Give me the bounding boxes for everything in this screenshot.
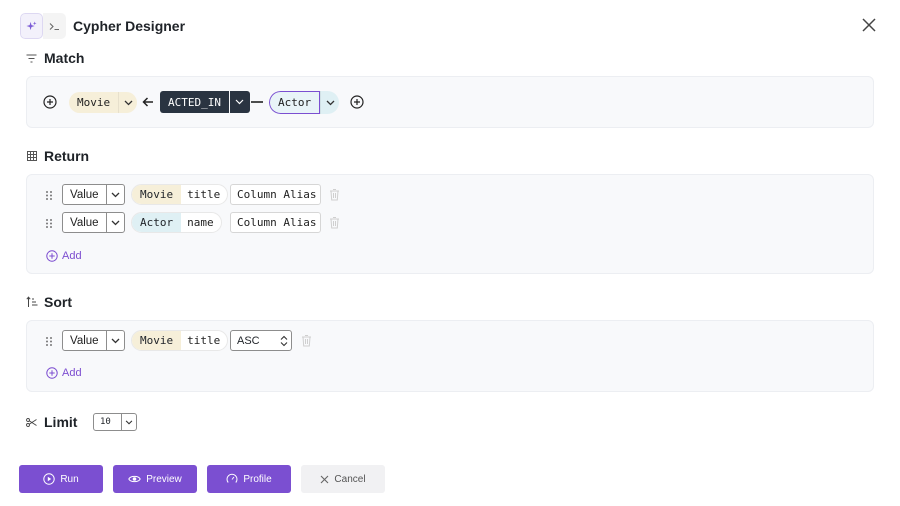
run-button[interactable]: Run — [19, 465, 103, 493]
page-title: Cypher Designer — [73, 18, 186, 34]
chevron-down-icon — [106, 185, 124, 204]
trash-icon[interactable] — [329, 216, 340, 229]
add-after-icon[interactable] — [350, 95, 364, 109]
add-label: Add — [62, 367, 82, 379]
return-property-pill[interactable]: Actor name — [131, 212, 222, 233]
drag-handle-icon[interactable] — [45, 218, 53, 229]
property-label: title — [187, 188, 221, 201]
cancel-button[interactable]: Cancel — [301, 465, 385, 493]
gauge-icon — [226, 473, 238, 483]
property-label: title — [187, 334, 221, 347]
filter-icon — [25, 52, 38, 65]
sort-order-select[interactable]: ASC — [230, 330, 292, 351]
sort-panel: Value Movie title ASC Add — [26, 320, 874, 392]
sort-type-select[interactable]: Value — [62, 330, 125, 351]
add-sort-button[interactable]: Add — [46, 367, 82, 379]
chevron-down-icon[interactable] — [229, 91, 250, 113]
visual-mode-button[interactable] — [20, 13, 43, 39]
close-icon[interactable] — [860, 16, 878, 34]
chevron-down-icon — [121, 414, 136, 430]
chevron-down-icon — [106, 331, 124, 350]
preview-button[interactable]: Preview — [113, 465, 197, 493]
return-property-pill[interactable]: Movie title — [131, 184, 229, 205]
return-title: Return — [44, 148, 90, 164]
arrow-left-icon[interactable] — [142, 96, 154, 108]
relationship-pill[interactable]: ACTED_IN — [160, 91, 250, 113]
drag-handle-icon[interactable] — [45, 336, 53, 347]
chevron-down-icon[interactable] — [118, 92, 137, 113]
sort-icon — [25, 296, 38, 309]
source-node-label: Movie — [77, 96, 111, 109]
column-alias-input[interactable]: Column Alias — [230, 212, 321, 233]
match-section-header: Match — [25, 49, 84, 67]
node-label: Movie — [132, 185, 182, 204]
sparkle-icon — [26, 20, 37, 30]
drag-handle-icon[interactable] — [45, 190, 53, 201]
line-connector-icon — [251, 101, 263, 103]
add-before-icon[interactable] — [43, 95, 57, 109]
limit-title: Limit — [44, 414, 78, 430]
return-type-select[interactable]: Value — [62, 212, 125, 233]
add-label: Add — [62, 250, 82, 262]
target-node-pill[interactable]: Actor — [269, 91, 339, 114]
terminal-icon — [49, 22, 59, 30]
return-panel: Value Movie title Column Alias Value Act… — [26, 174, 874, 274]
node-label: Movie — [132, 331, 182, 350]
query-mode-button[interactable] — [43, 13, 66, 39]
limit-section-header: Limit — [25, 413, 77, 431]
close-icon — [321, 475, 329, 483]
table-icon — [25, 150, 38, 163]
node-label: Actor — [132, 213, 182, 232]
column-alias-input[interactable]: Column Alias — [230, 184, 321, 205]
return-type-select[interactable]: Value — [62, 184, 125, 205]
header: Cypher Designer — [20, 13, 185, 39]
property-label: name — [187, 216, 214, 229]
trash-icon[interactable] — [301, 334, 312, 347]
return-section-header: Return — [25, 147, 89, 165]
limit-select[interactable]: 10 — [93, 413, 137, 431]
match-title: Match — [44, 50, 85, 66]
match-panel: Movie ACTED_IN Actor — [26, 76, 874, 128]
sort-title: Sort — [44, 294, 72, 310]
chevron-down-icon — [106, 213, 124, 232]
plus-circle-icon — [46, 250, 58, 262]
plus-circle-icon — [46, 367, 58, 379]
profile-button[interactable]: Profile — [207, 465, 291, 493]
up-down-icon — [277, 335, 291, 347]
sort-section-header: Sort — [25, 293, 72, 311]
source-node-pill[interactable]: Movie — [69, 92, 137, 113]
trash-icon[interactable] — [329, 188, 340, 201]
scissors-icon — [25, 416, 38, 429]
sort-property-pill[interactable]: Movie title — [131, 330, 229, 351]
chevron-down-icon[interactable] — [320, 91, 339, 114]
add-return-button[interactable]: Add — [46, 250, 82, 262]
relationship-label: ACTED_IN — [160, 91, 229, 113]
target-node-label: Actor — [269, 91, 321, 114]
mode-toggle — [20, 13, 66, 39]
eye-icon — [128, 475, 141, 483]
play-circle-icon — [43, 473, 56, 485]
